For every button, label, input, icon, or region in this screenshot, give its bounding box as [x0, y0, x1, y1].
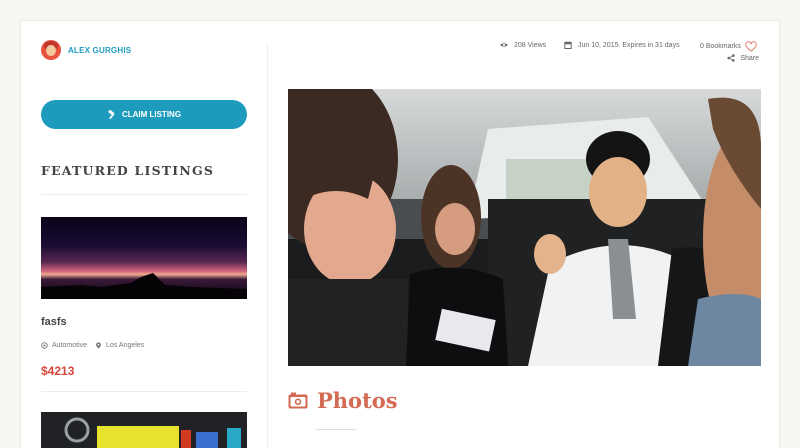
listing-category[interactable]: Automotive	[52, 342, 87, 349]
claim-listing-label: CLAIM LISTING	[121, 110, 182, 119]
author-name[interactable]: ALEX GURGHIS	[68, 46, 131, 55]
avatar	[41, 40, 61, 60]
date-text: Jun 10, 2015. Expires in 31 days	[578, 41, 680, 49]
listing-title[interactable]: fasfs	[41, 316, 67, 328]
share-icon	[727, 54, 735, 62]
listing-card: ALEX GURGHIS CLAIM LISTING FEATURED LIST…	[20, 20, 780, 448]
eye-icon	[500, 43, 508, 47]
camera-icon	[288, 392, 308, 409]
heart-icon[interactable]	[745, 41, 757, 52]
share-button[interactable]: Share	[727, 54, 759, 62]
calendar-icon	[564, 41, 572, 49]
claim-listing-button[interactable]: CLAIM LISTING	[41, 100, 247, 129]
map-pin-icon	[96, 342, 101, 349]
featured-listings-heading: FEATURED LISTINGS	[41, 163, 215, 178]
photos-title: Photos	[317, 388, 398, 413]
views-counter: 208 Views	[500, 41, 546, 49]
heading-underline	[316, 429, 356, 430]
views-text: 208 Views	[514, 41, 547, 49]
bookmark-button[interactable]: 0 Bookmarks	[700, 41, 757, 52]
column-divider	[267, 43, 268, 448]
listing-location[interactable]: Los Angeles	[106, 342, 144, 349]
target-icon	[41, 342, 48, 349]
hammer-icon	[108, 109, 115, 119]
divider	[41, 391, 247, 392]
listing-image-sunset[interactable]	[41, 217, 247, 299]
photos-section-heading: Photos	[288, 388, 398, 413]
date-info: Jun 10, 2015. Expires in 31 days	[564, 41, 680, 49]
divider	[41, 194, 247, 195]
bookmarks-text: 0 Bookmarks	[700, 43, 741, 50]
listing-image-gadget[interactable]	[41, 412, 247, 448]
author-link[interactable]: ALEX GURGHIS	[41, 40, 131, 60]
share-label: Share	[740, 54, 759, 62]
listing-main-photo[interactable]	[288, 89, 761, 366]
listing-meta: Automotive Los Angeles	[41, 342, 144, 349]
listing-price: $4213	[41, 364, 75, 378]
